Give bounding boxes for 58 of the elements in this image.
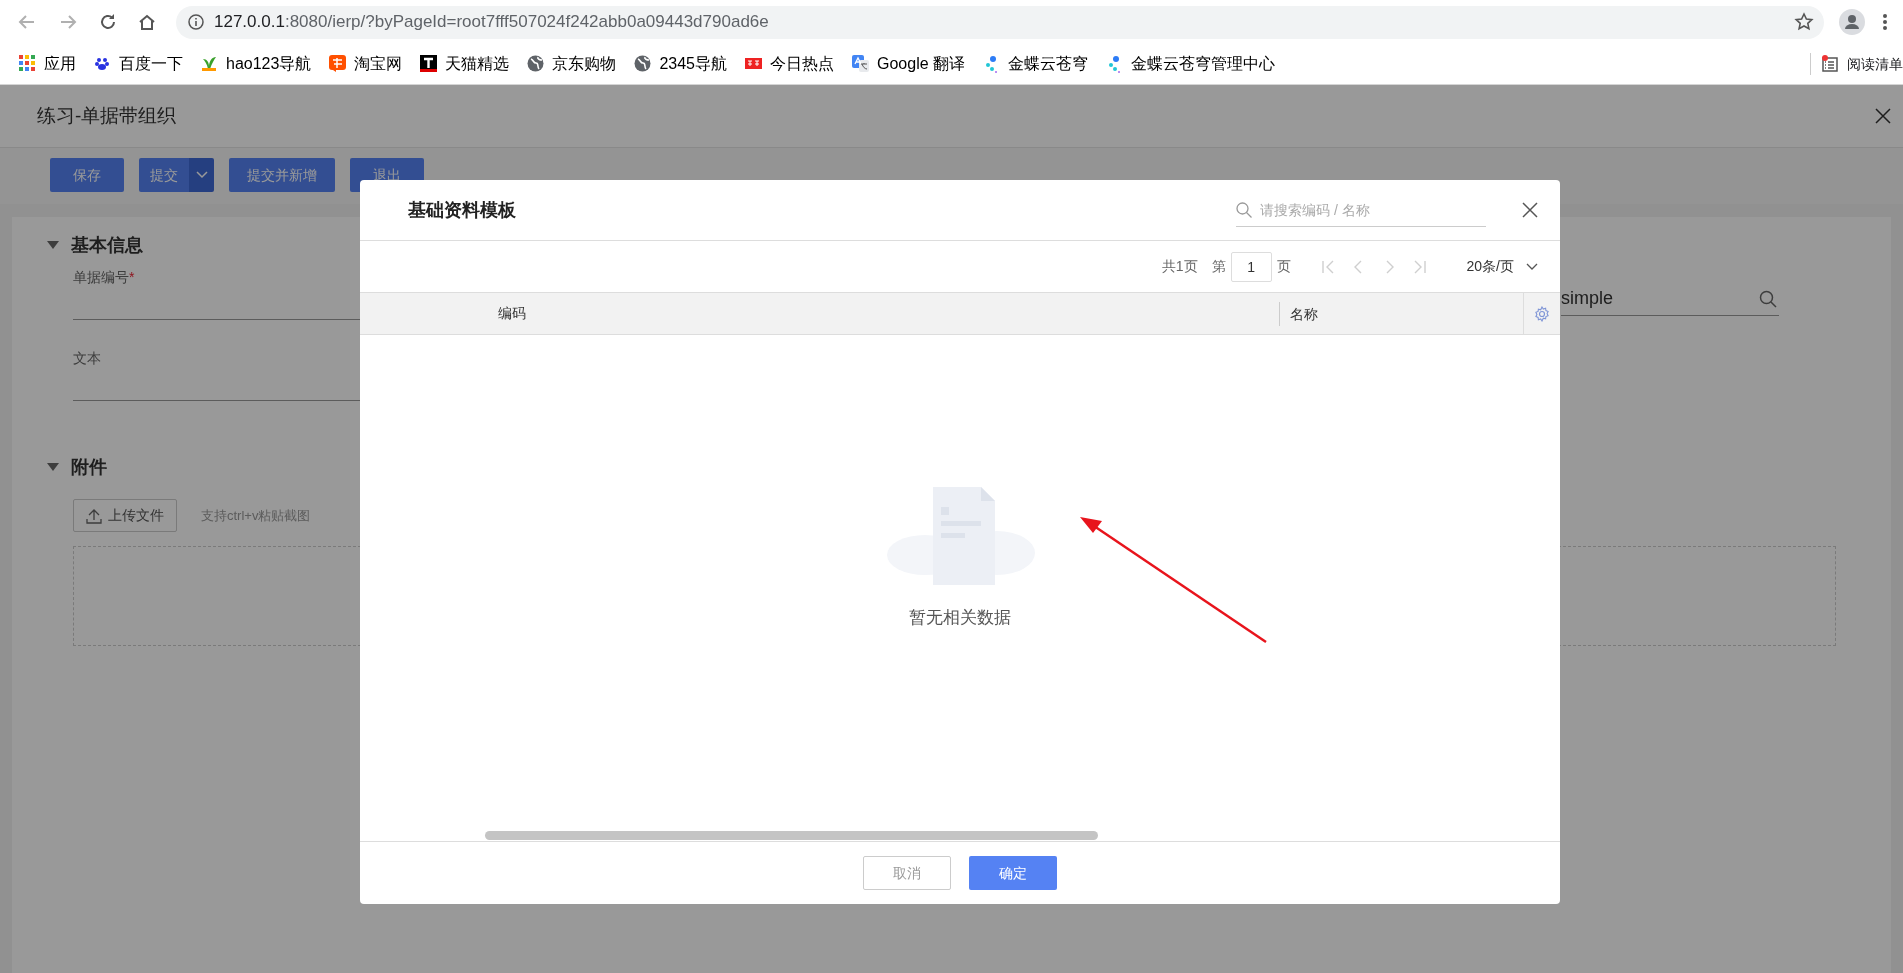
search-icon (1236, 202, 1252, 218)
field-label: 文本 (73, 349, 102, 368)
speech-bubble-icon (329, 55, 347, 74)
triangle-icon[interactable] (47, 241, 59, 249)
info-icon (188, 14, 204, 31)
bookmark-link[interactable]: 京东购物 (527, 52, 617, 77)
page-input[interactable]: 1 (1230, 251, 1272, 282)
confirm-button[interactable]: 确定 (969, 856, 1057, 890)
page-count: 共1页 (1161, 257, 1198, 276)
globe-icon (527, 55, 545, 74)
address-bar[interactable]: 127.0.0.1:8080/ierp/?byPageId=root7fff507024f242abb0a09443d790ad6e (176, 5, 1824, 39)
reading-list-button[interactable]: 阅读清单 (1810, 53, 1903, 76)
bookmark-link[interactable]: 淘宝网 (329, 52, 403, 77)
avatar-icon[interactable] (1839, 9, 1865, 36)
bookmark-link[interactable]: Google 翻译 (852, 52, 966, 77)
section-title: 基本信息 (71, 233, 143, 257)
translate-icon (852, 55, 869, 74)
bookmark-link[interactable]: 百度一下 (94, 52, 183, 77)
close-icon[interactable] (1522, 202, 1538, 218)
close-icon[interactable] (1875, 108, 1891, 124)
triangle-icon[interactable] (47, 463, 59, 471)
pager-label: 页 (1276, 257, 1291, 276)
pager-label: 第 (1211, 257, 1226, 276)
upload-button[interactable]: 上传文件 (73, 499, 177, 532)
page-size-select[interactable]: 20条/页 (1466, 256, 1538, 277)
globe-icon (634, 55, 652, 74)
bookmark-link[interactable]: 今日热点 (745, 52, 834, 77)
required-mark: * (129, 269, 135, 285)
bookmark-link[interactable]: 金蝶云苍穹管理中心 (1106, 52, 1276, 77)
section-title: 附件 (71, 455, 107, 479)
scrollbar-thumb[interactable] (485, 830, 1098, 840)
bookmark-link[interactable]: 2345导航 (634, 52, 727, 77)
list-icon (1821, 55, 1839, 74)
column-header: 编码 (497, 304, 527, 323)
dropdown-button[interactable] (189, 158, 214, 192)
dialog-title: 基础资料模板 (408, 198, 516, 222)
column-header: 名称 (1279, 301, 1523, 326)
caret-icon (195, 171, 208, 179)
grid-icon (19, 55, 36, 74)
url-host: 127.0.0.1 (214, 11, 285, 34)
bookmark-link[interactable]: 天猫精选 (420, 52, 510, 77)
empty-message: 暂无相关数据 (909, 607, 1011, 629)
bookmark-link[interactable]: 应用 (19, 52, 76, 77)
square-icon (420, 55, 438, 74)
input-field[interactable]: simple (1561, 282, 1779, 316)
search-icon[interactable] (1759, 289, 1777, 308)
bookmark-link[interactable]: 金蝶云苍穹 (983, 52, 1089, 77)
leaf-icon (201, 55, 218, 74)
settings-icon[interactable] (1534, 305, 1550, 322)
chevron-down-icon (1526, 262, 1538, 271)
star-icon[interactable] (1794, 12, 1814, 33)
bookmark-link[interactable]: hao123导航 (201, 52, 312, 77)
url-path: :8080/ierp/?byPageId=root7fff507024f242abb0a09443d790ad6e (284, 11, 769, 34)
home-icon[interactable] (137, 12, 157, 33)
field-value: simple (1561, 287, 1613, 310)
page-title: 练习-单据带组织 (37, 103, 177, 128)
upload-icon (86, 507, 102, 524)
menu-icon[interactable] (1882, 12, 1888, 33)
